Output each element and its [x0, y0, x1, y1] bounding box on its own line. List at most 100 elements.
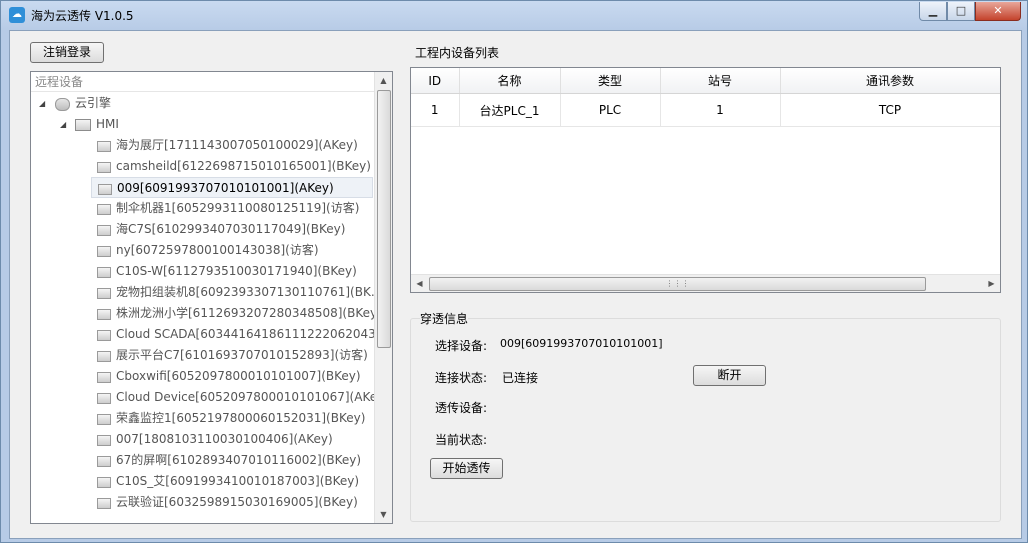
device-tree-item[interactable]: ny[6072597800100143038](访客)	[91, 240, 373, 261]
column-header[interactable]: ID	[411, 68, 460, 94]
column-header[interactable]: 名称	[459, 68, 561, 94]
table-cell: TCP	[780, 93, 1000, 127]
device-icon	[97, 330, 111, 341]
passthrough-info-group	[410, 318, 1001, 522]
device-tree-label: 海C7S[6102993407030117049](BKey)	[116, 222, 346, 236]
device-icon	[97, 246, 111, 257]
table-cell: 1	[660, 93, 781, 127]
device-tree-item[interactable]: 制伞机器1[6052993110080125119](访客)	[91, 198, 373, 219]
device-tree-item[interactable]: 云联验证[6032598915030169005](BKey)	[91, 492, 373, 513]
scroll-down-icon[interactable]: ▼	[375, 506, 392, 523]
select-device-label: 选择设备:	[435, 339, 488, 353]
device-tree-item[interactable]: 009[6091993707010101001](AKey)	[91, 177, 373, 198]
device-tree-label: 展示平台C7[6101693707010152893](访客)	[116, 348, 368, 362]
device-tree-item[interactable]: 株洲龙洲小学[6112693207280348508](BKey)	[91, 303, 375, 324]
device-list-title: 工程内设备列表	[415, 46, 500, 60]
scroll-thumb[interactable]	[377, 90, 391, 348]
device-tree-item[interactable]: Cboxwifi[6052097800010101007](BKey)	[91, 366, 373, 387]
device-tree-label: C10S_艾[6091993410010187003](BKey)	[116, 474, 360, 488]
device-tree-item[interactable]: Cloud Device[6052097800010101067](AKey)	[91, 387, 375, 408]
device-icon	[97, 477, 111, 488]
scroll-up-icon[interactable]: ▲	[375, 72, 392, 89]
device-tree-label: 009[6091993707010101001](AKey)	[117, 181, 334, 195]
tree-header: 远程设备	[31, 72, 375, 92]
table-body: 1 台达PLC_1 PLC 1 TCP	[411, 93, 1000, 127]
device-tree-item[interactable]: Cloud SCADA[60344164186111222062043...	[91, 324, 375, 345]
device-tree-item[interactable]: 海C7S[6102993407030117049](BKey)	[91, 219, 373, 240]
column-header[interactable]: 类型	[560, 68, 661, 94]
device-tree-item[interactable]: 荣鑫监控1[6052197800060152031](BKey)	[91, 408, 373, 429]
tree-root-node[interactable]: ◢ 云引擎	[31, 93, 375, 114]
device-tree-item[interactable]: C10S-W[6112793510030171940](BKey)	[91, 261, 373, 282]
device-icon	[97, 498, 111, 509]
device-icon	[97, 456, 111, 467]
scroll-left-icon[interactable]: ◀	[411, 275, 428, 292]
passthrough-legend: 穿透信息	[420, 310, 469, 327]
device-tree-label: 007[1808103110030100406](AKey)	[116, 432, 333, 446]
device-table: ID 名称 类型 站号 通讯参数 1 台达PLC_1 PLC 1 TCP	[411, 68, 1000, 127]
device-tree-label: Cloud SCADA[60344164186111222062043...	[116, 327, 375, 341]
tree-root-label: 云引擎	[75, 96, 112, 110]
device-tree-label: Cloud Device[6052097800010101067](AKey)	[116, 390, 375, 404]
device-tree-label: ny[6072597800100143038](访客)	[116, 243, 319, 257]
tree-group-node[interactable]: ◢ HMI	[31, 114, 375, 135]
tree-group-label: HMI	[96, 117, 119, 131]
device-icon	[97, 288, 111, 299]
table-header-row: ID 名称 类型 站号 通讯参数	[411, 68, 1000, 94]
device-icon	[97, 141, 111, 152]
hmi-icon	[75, 119, 91, 131]
device-tree-label: 67的屏啊[6102893407010116002](BKey)	[116, 453, 362, 467]
expand-triangle-icon[interactable]: ◢	[60, 114, 66, 135]
device-tree-item[interactable]: 007[1808103110030100406](AKey)	[91, 429, 373, 450]
logout-button[interactable]: 注销登录	[30, 42, 104, 63]
device-tree-item[interactable]: 67的屏啊[6102893407010116002](BKey)	[91, 450, 373, 471]
device-tree-item[interactable]: 海为展厅[1711143007050100029](AKey)	[91, 135, 373, 156]
connection-status-value: 已连接	[502, 371, 539, 385]
device-tree-label: camsheild[6122698715010165001](BKey)	[116, 159, 371, 173]
device-tree-label: 海为展厅[1711143007050100029](AKey)	[116, 138, 358, 152]
maximize-button[interactable]: □	[947, 2, 975, 21]
device-tree-item[interactable]: camsheild[6122698715010165001](BKey)	[91, 156, 373, 177]
device-icon	[97, 393, 111, 404]
transparent-device-label: 透传设备:	[435, 401, 488, 415]
app-window: ☁ 海为云透传 V1.0.5 ▁ □ ✕ 注销登录 远程设备 ◢ 云引擎 ◢ H…	[0, 0, 1028, 543]
scroll-thumb[interactable]: ⋮⋮⋮	[429, 277, 926, 291]
device-tree-label: 制伞机器1[6052993110080125119](访客)	[116, 201, 360, 215]
device-tree-item[interactable]: 展示平台C7[6101693707010152893](访客)	[91, 345, 373, 366]
column-header[interactable]: 站号	[660, 68, 781, 94]
grid-horizontal-scrollbar[interactable]: ◀ ⋮⋮⋮ ▶	[411, 274, 1000, 292]
start-passthrough-button[interactable]: 开始透传	[430, 458, 503, 479]
device-icon	[97, 225, 111, 236]
device-tree-label: 株洲龙洲小学[6112693207280348508](BKey)	[116, 306, 375, 320]
device-icon	[97, 162, 111, 173]
device-icon	[97, 267, 111, 278]
device-tree-label: 荣鑫监控1[6052197800060152031](BKey)	[116, 411, 366, 425]
minimize-button[interactable]: ▁	[919, 2, 947, 21]
table-cell: PLC	[560, 93, 661, 127]
current-status-label: 当前状态:	[435, 433, 488, 447]
close-button[interactable]: ✕	[975, 2, 1021, 21]
tree-body: ◢ 云引擎 ◢ HMI 海为展厅[1711143007050100029](AK…	[31, 93, 375, 523]
tree-vertical-scrollbar[interactable]: ▲ ▼	[374, 72, 392, 523]
device-tree-label: Cboxwifi[6052097800010101007](BKey)	[116, 369, 361, 383]
device-tree-item[interactable]: C10S_艾[6091993410010187003](BKey)	[91, 471, 373, 492]
select-device-value: 009[6091993707010101001]	[500, 337, 663, 350]
table-row[interactable]: 1 台达PLC_1 PLC 1 TCP	[411, 93, 1000, 127]
device-tree-label: 云联验证[6032598915030169005](BKey)	[116, 495, 358, 509]
device-icon	[97, 351, 111, 362]
connection-status-label: 连接状态:	[435, 371, 488, 385]
expand-triangle-icon[interactable]: ◢	[39, 93, 45, 114]
disconnect-button[interactable]: 断开	[693, 365, 766, 386]
cloud-app-icon: ☁	[9, 7, 25, 23]
column-header[interactable]: 通讯参数	[780, 68, 1000, 94]
device-icon	[97, 372, 111, 383]
device-tree-label: C10S-W[6112793510030171940](BKey)	[116, 264, 357, 278]
table-cell: 台达PLC_1	[459, 93, 561, 127]
remote-device-tree: 远程设备 ◢ 云引擎 ◢ HMI 海为展厅[171114300705010002…	[30, 71, 393, 524]
device-icon	[97, 204, 111, 215]
device-tree-item[interactable]: 宠物扣组装机8[6092393307130110761](BK...	[91, 282, 375, 303]
title-bar[interactable]: ☁ 海为云透传 V1.0.5 ▁ □ ✕	[1, 1, 1027, 29]
device-icon	[97, 414, 111, 425]
device-list-grid: ID 名称 类型 站号 通讯参数 1 台达PLC_1 PLC 1 TCP ◀ ⋮⋮⋮ ▶	[410, 67, 1001, 293]
scroll-right-icon[interactable]: ▶	[983, 275, 1000, 292]
